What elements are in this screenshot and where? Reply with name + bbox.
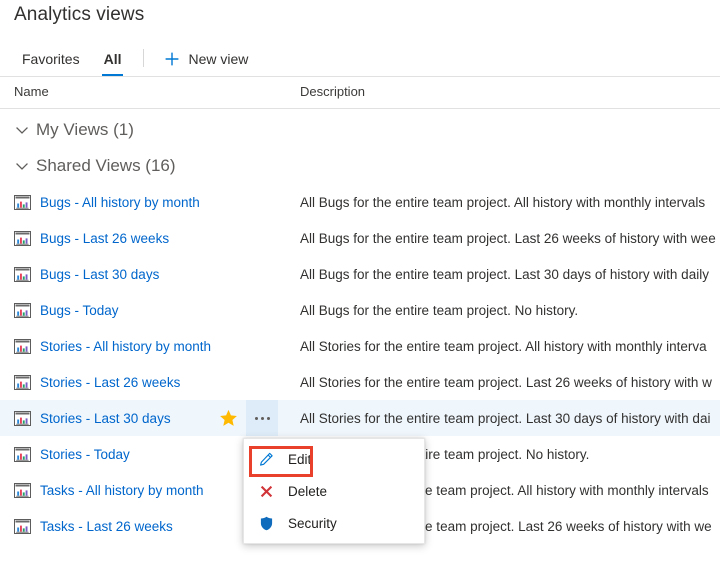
table-row[interactable]: Bugs - Last 26 weeks All Bugs for the ent… — [0, 220, 720, 256]
chevron-down-icon — [14, 122, 30, 138]
context-menu-item-security[interactable]: Security — [244, 507, 424, 539]
chevron-down-icon — [14, 158, 30, 174]
tab-all-label: All — [103, 51, 122, 67]
table-row[interactable]: Stories - All history by month All Storie… — [0, 328, 720, 364]
context-menu-item-edit-label: Edit — [288, 451, 312, 467]
chart-report-icon — [14, 482, 40, 498]
view-link[interactable]: Stories - All history by month — [40, 339, 211, 354]
context-menu-item-security-label: Security — [288, 515, 337, 531]
row-description-cell: All Stories for the entire team project.… — [300, 410, 711, 426]
column-header-name[interactable]: Name — [14, 84, 49, 99]
table-row[interactable]: Bugs - Last 30 days All Bugs for the enti… — [0, 256, 720, 292]
table-row[interactable]: Stories - Last 26 weeks All Stories for t… — [0, 364, 720, 400]
row-description-cell: All Bugs for the entire team project. La… — [300, 266, 709, 282]
new-view-button[interactable]: New view — [154, 42, 258, 76]
chart-report-icon — [14, 518, 40, 534]
chart-report-icon — [14, 374, 40, 390]
view-link[interactable]: Stories - Last 30 days — [40, 411, 171, 426]
ellipsis-icon — [254, 416, 270, 420]
row-name-cell: Stories - Last 30 days — [0, 400, 300, 436]
context-menu-item-delete[interactable]: Delete — [244, 475, 424, 507]
chart-report-icon — [14, 410, 40, 426]
view-link[interactable]: Stories - Today — [40, 447, 130, 462]
new-view-label: New view — [188, 51, 249, 67]
tab-favorites-label: Favorites — [22, 51, 80, 67]
row-name-cell: Bugs - Last 30 days — [0, 256, 300, 292]
row-name-cell: Stories - Last 26 weeks — [0, 364, 300, 400]
group-shared-views-label: Shared Views (16) — [36, 156, 176, 175]
row-name-cell: Bugs - Last 26 weeks — [0, 220, 300, 256]
x-close-icon — [258, 483, 275, 500]
chart-report-icon — [14, 446, 40, 462]
chart-report-icon — [14, 194, 40, 210]
tabbar: Favorites All New view — [0, 42, 720, 76]
row-description-cell: All Bugs for the entire team project. Al… — [300, 194, 706, 210]
context-menu[interactable]: Edit Delete Security — [243, 438, 425, 544]
table-row[interactable]: Stories - Last 30 days All Stories for t… — [0, 400, 720, 436]
star-icon[interactable] — [219, 409, 238, 428]
view-link[interactable]: Tasks - All history by month — [40, 483, 204, 498]
row-description-cell: All Stories for the entire team project.… — [300, 338, 707, 354]
row-name-cell: Stories - All history by month — [0, 328, 300, 364]
tab-all[interactable]: All — [92, 42, 134, 76]
column-header-description[interactable]: Description — [300, 84, 365, 99]
row-description-cell: All Bugs for the entire team project. No… — [300, 302, 579, 318]
table-row[interactable]: Bugs - Today All Bugs for the entire team… — [0, 292, 720, 328]
context-menu-item-delete-label: Delete — [288, 483, 328, 499]
view-link[interactable]: Bugs - Today — [40, 303, 119, 318]
row-description-cell: All Stories for the entire team project.… — [300, 374, 712, 390]
chart-report-icon — [14, 302, 40, 318]
column-header-divider — [0, 108, 720, 109]
view-link[interactable]: Bugs - All history by month — [40, 195, 200, 210]
tab-favorites[interactable]: Favorites — [10, 42, 92, 76]
chart-report-icon — [14, 266, 40, 282]
shield-icon — [258, 515, 275, 532]
row-name-cell: Bugs - All history by month — [0, 184, 300, 220]
view-link[interactable]: Bugs - Last 30 days — [40, 267, 159, 282]
row-name-cell: Bugs - Today — [0, 292, 300, 328]
pencil-icon — [258, 451, 275, 468]
tabbar-divider — [143, 49, 145, 67]
chart-report-icon — [14, 338, 40, 354]
view-link[interactable]: Bugs - Last 26 weeks — [40, 231, 169, 246]
row-more-actions-button[interactable] — [246, 400, 278, 436]
view-link[interactable]: Tasks - Last 26 weeks — [40, 519, 173, 534]
tabbar-bottom-divider — [0, 76, 720, 77]
context-menu-item-edit[interactable]: Edit — [244, 443, 424, 475]
analytics-views-page: Analytics views Favorites All New view N… — [0, 0, 720, 588]
chart-report-icon — [14, 230, 40, 246]
row-description-cell: All Bugs for the entire team project. La… — [300, 230, 716, 246]
group-my-views[interactable]: My Views (1) — [0, 112, 720, 148]
view-link[interactable]: Stories - Last 26 weeks — [40, 375, 180, 390]
group-my-views-label: My Views (1) — [36, 120, 134, 139]
page-title: Analytics views — [14, 4, 145, 25]
group-shared-views[interactable]: Shared Views (16) — [0, 148, 720, 184]
table-row[interactable]: Bugs - All history by month All Bugs for … — [0, 184, 720, 220]
plus-icon — [164, 51, 180, 67]
